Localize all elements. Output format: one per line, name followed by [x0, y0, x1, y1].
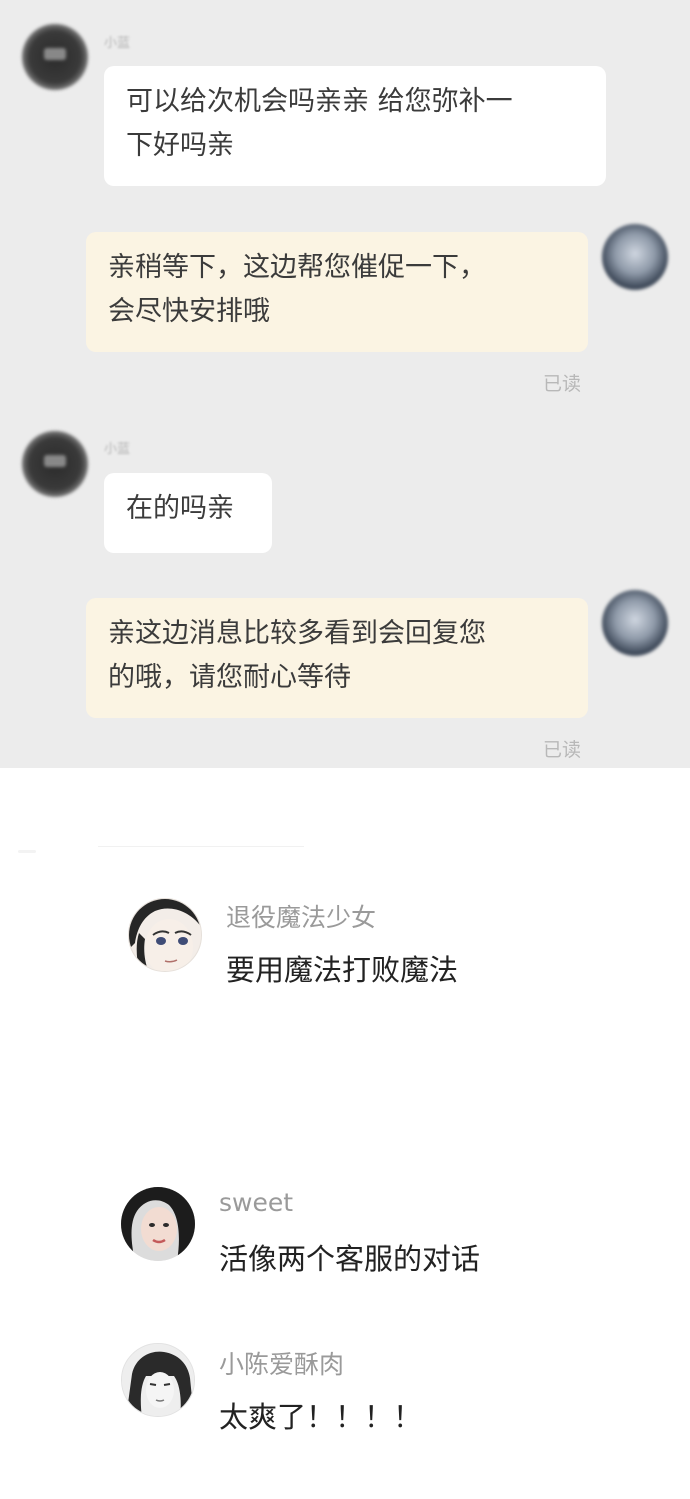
- comment-text: 活像两个客服的对话: [219, 1242, 481, 1276]
- anime-girl-icon: [129, 899, 201, 971]
- comment-text: 要用魔法打败魔法: [226, 953, 459, 987]
- message-bubble-incoming[interactable]: 在的吗亲: [104, 473, 272, 553]
- my-avatar[interactable]: [602, 224, 668, 290]
- message-text-line: 亲稍等下，这边帮您催促一下，: [108, 252, 486, 283]
- message-text-line: 的哦，请您耐心等待: [108, 662, 351, 693]
- comment-username[interactable]: 退役魔法少女: [226, 898, 376, 934]
- comment-username[interactable]: 小陈爱酥肉: [219, 1345, 344, 1381]
- read-status: 已读: [543, 739, 582, 761]
- chat-screenshot: 小蓝 可以给次机会吗亲亲 给您弥补一 下好吗亲 亲稍等下，这边帮您催促一下， 会…: [0, 0, 690, 768]
- divider-line: [98, 846, 304, 847]
- message-text-line: 会尽快安排哦: [108, 296, 270, 327]
- message-text-line: 可以给次机会吗亲亲 给您弥补一: [126, 86, 513, 117]
- message-text-line: 亲这边消息比较多看到会回复您: [108, 618, 486, 649]
- divider-dot: [18, 850, 36, 853]
- sketch-character-icon: [122, 1344, 194, 1416]
- message-bubble-outgoing[interactable]: 亲稍等下，这边帮您催促一下， 会尽快安排哦: [86, 232, 588, 352]
- message-bubble-outgoing[interactable]: 亲这边消息比较多看到会回复您 的哦，请您耐心等待: [86, 598, 588, 718]
- sender-avatar[interactable]: [22, 24, 88, 90]
- anime-girl-avatar[interactable]: [128, 898, 202, 972]
- woman-photo-avatar[interactable]: [121, 1187, 195, 1261]
- my-avatar[interactable]: [602, 590, 668, 656]
- comment-username[interactable]: sweet: [219, 1188, 293, 1217]
- read-status: 已读: [543, 373, 582, 395]
- sender-avatar[interactable]: [22, 431, 88, 497]
- sender-name: 小蓝: [104, 442, 131, 457]
- woman-photo-icon: [121, 1187, 195, 1261]
- message-text-line: 在的吗亲: [126, 493, 234, 524]
- sender-name: 小蓝: [104, 36, 131, 51]
- sketch-character-avatar[interactable]: [121, 1343, 195, 1417]
- message-bubble-incoming[interactable]: 可以给次机会吗亲亲 给您弥补一 下好吗亲: [104, 66, 606, 186]
- comment-text: 太爽了！！！！: [219, 1400, 423, 1434]
- message-text-line: 下好吗亲: [126, 130, 234, 161]
